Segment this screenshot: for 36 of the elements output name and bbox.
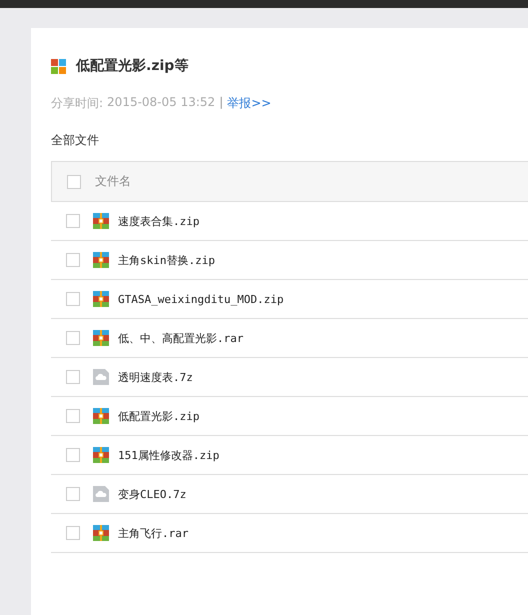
row-checkbox[interactable]: [66, 487, 80, 501]
row-checkbox[interactable]: [66, 526, 80, 540]
share-time-label: 分享时间:: [51, 95, 104, 112]
file-name[interactable]: 低、中、高配置光影.rar: [118, 330, 244, 346]
row-checkbox[interactable]: [66, 409, 80, 423]
file-name[interactable]: 速度表合集.zip: [118, 214, 200, 228]
separator: |: [219, 95, 224, 111]
archive-icon: [93, 447, 109, 463]
row-checkbox[interactable]: [66, 331, 80, 345]
report-link[interactable]: 举报>>: [227, 95, 272, 112]
file-name[interactable]: 变身CLEO.7z: [118, 486, 186, 502]
archive-icon: [93, 291, 109, 307]
row-checkbox[interactable]: [66, 370, 80, 384]
row-checkbox[interactable]: [66, 448, 80, 462]
share-title: 低配置光影.zip等: [76, 57, 188, 75]
column-header: 文件名: [95, 173, 131, 190]
select-all-checkbox[interactable]: [67, 174, 81, 188]
file-name[interactable]: 主角skin替换.zip: [118, 252, 215, 268]
row-checkbox[interactable]: [66, 292, 80, 306]
archive-icon: [93, 525, 109, 541]
archive-icon: [93, 213, 109, 229]
file-name[interactable]: 151属性修改器.zip: [118, 448, 220, 462]
archive-icon: [93, 252, 109, 268]
file-name[interactable]: GTASA_weixingditu_MOD.zip: [118, 292, 284, 306]
archive-icon: [93, 330, 109, 346]
row-checkbox[interactable]: [66, 253, 80, 267]
row-checkbox[interactable]: [66, 214, 80, 228]
file-name[interactable]: 透明速度表.7z: [118, 370, 193, 384]
share-time: 2015-08-05 13:52: [107, 95, 216, 111]
archive-icon: [93, 408, 109, 424]
section-title: 全部文件: [51, 132, 100, 149]
file-name[interactable]: 主角飞行.rar: [118, 526, 188, 540]
cloud-file-icon: [93, 486, 109, 502]
cloud-file-icon: [93, 369, 109, 385]
file-name[interactable]: 低配置光影.zip: [118, 408, 200, 424]
tiles-icon: [51, 58, 66, 74]
